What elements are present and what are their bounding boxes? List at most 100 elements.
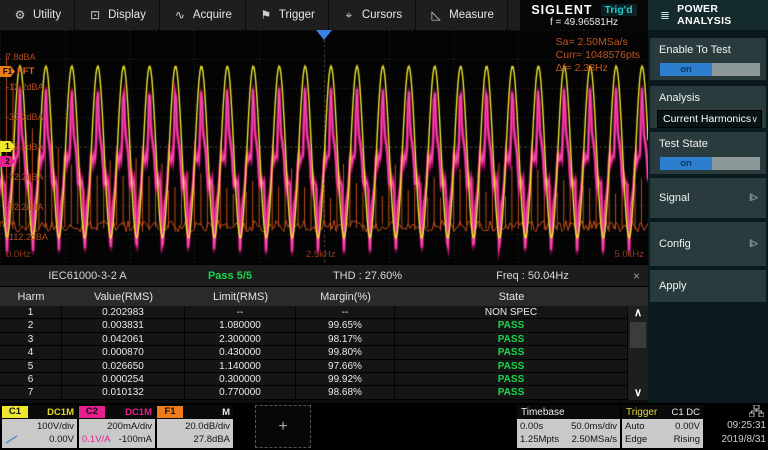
- test-state-toggle[interactable]: on: [660, 157, 760, 170]
- fft-scale-label: 7.8dBA: [6, 52, 36, 62]
- table-row[interactable]: 20.0038311.08000099.65%PASS: [0, 319, 648, 332]
- col-header-state: State: [395, 291, 628, 303]
- waveform-display: 7.8dBA -12.2dBA -32.2dBA -52.2dBA -72.2d…: [0, 30, 648, 263]
- c1-offset: 0.00V: [49, 434, 74, 445]
- trigger-source: C1 DC: [671, 407, 703, 418]
- config-label: Config: [659, 238, 691, 250]
- test-state-label: Test State: [650, 132, 766, 150]
- trigger-type: Edge: [625, 434, 647, 445]
- fft-trace-label: FFT: [17, 66, 34, 77]
- toggle-on-label: on: [660, 63, 712, 76]
- menu-trigger[interactable]: ⚑Trigger: [246, 0, 329, 30]
- measure-icon: ◺: [429, 8, 443, 22]
- table-row[interactable]: 50.0266501.14000097.66%PASS: [0, 360, 648, 373]
- cursors-icon: ⌖: [342, 8, 356, 23]
- close-icon[interactable]: ×: [615, 269, 648, 283]
- freq-readout: Freq : 50.04Hz: [450, 270, 615, 282]
- table-row[interactable]: 30.0420612.30000098.17%PASS: [0, 333, 648, 346]
- c1-badge: C1: [2, 406, 28, 418]
- menu-display[interactable]: ⊡ Display: [75, 0, 160, 30]
- analysis-label: Analysis: [650, 86, 766, 104]
- table-body: 10.202983----NON SPEC 20.0038311.0800009…: [0, 306, 648, 400]
- timebase-label: Timebase: [517, 407, 565, 418]
- display-icon: ⊡: [88, 8, 102, 22]
- add-channel-button[interactable]: +: [255, 405, 311, 448]
- harmonics-table-panel: IEC61000-3-2 A Pass 5/5 THD : 27.60% Fre…: [0, 265, 648, 403]
- waveform-canvas: [0, 30, 648, 263]
- table-header-row: Harm Value(RMS) Limit(RMS) Margin(%) Sta…: [0, 286, 648, 306]
- section-apply[interactable]: Apply: [650, 270, 766, 302]
- list-icon: ≣: [660, 8, 670, 22]
- trigger-position-marker[interactable]: [316, 30, 332, 40]
- timebase-samplerate: 2.50MSa/s: [572, 434, 617, 445]
- plus-icon: +: [278, 418, 287, 436]
- section-analysis: Analysis Current Harmonics ∨: [650, 86, 766, 128]
- trigger-status-badge: Trig'd: [601, 4, 637, 16]
- toggle-on-label: on: [660, 157, 712, 170]
- delta-f-readout: Δf= 2.38Hz: [556, 62, 640, 75]
- panel-title: POWER ANALYSIS: [677, 3, 768, 27]
- date-readout: 2019/8/31: [705, 433, 766, 447]
- time-readout: 09:25:31: [705, 419, 766, 433]
- col-header-value: Value(RMS): [62, 291, 185, 303]
- trigger-descriptor[interactable]: TriggerC1 DC Auto0.00V EdgeRising: [622, 405, 703, 448]
- menu-trigger-label: Trigger: [279, 9, 315, 21]
- menu-cursors[interactable]: ⌖ Cursors: [329, 0, 416, 30]
- c2-scale: 200mA/div: [107, 421, 152, 432]
- pass-status: Pass 5/5: [175, 270, 285, 282]
- scroll-down-icon[interactable]: ∨: [628, 386, 648, 400]
- fft-scale-label: -12.2dBA: [6, 82, 44, 92]
- submenu-arrow-icon: ‖>: [749, 239, 757, 250]
- network-icon: [705, 405, 766, 419]
- table-row[interactable]: 60.0002540.30000099.92%PASS: [0, 373, 648, 386]
- fft-scale-label: -92.2dBA: [6, 202, 44, 212]
- c2-probe-ratio: 0.1V/A: [82, 434, 111, 445]
- freq-axis-start: 0.0Hz: [6, 249, 31, 260]
- c2-offset: -100mA: [119, 434, 152, 445]
- enable-to-test-label: Enable To Test: [650, 38, 766, 56]
- clock-block: 09:25:31 2019/8/31: [705, 405, 766, 448]
- scroll-up-icon[interactable]: ∧: [628, 306, 648, 320]
- table-row[interactable]: 10.202983----NON SPEC: [0, 306, 648, 319]
- thd-readout: THD : 27.60%: [285, 270, 450, 282]
- analysis-dropdown[interactable]: Current Harmonics ∨: [657, 110, 762, 128]
- slope-icon: [5, 435, 18, 444]
- c2-coupling: DC1M: [125, 407, 155, 418]
- trigger-mode: Auto: [625, 421, 645, 432]
- col-header-margin: Margin(%): [296, 291, 395, 303]
- fft-scale-label: -112.2dBA: [6, 232, 48, 242]
- timebase-delay: 0.00s: [520, 421, 543, 432]
- fft-scale-label: -72.2dBA: [6, 172, 44, 182]
- section-config[interactable]: Config ‖>: [650, 222, 766, 266]
- oscilloscope-screen: ⚙Utility ⊡ Display ∿Acquire ⚑Trigger ⌖ Cur…: [0, 0, 768, 450]
- scrollbar-thumb[interactable]: [630, 322, 646, 348]
- menu-cursors-label: Cursors: [362, 9, 402, 21]
- channel2-descriptor[interactable]: C2DC1M 200mA/div 0.1V/A-100mA: [79, 405, 155, 448]
- menu-utility[interactable]: ⚙Utility: [0, 0, 75, 30]
- f1-offset: 27.8dBA: [194, 434, 230, 445]
- section-enable-to-test: Enable To Test on: [650, 38, 766, 80]
- col-header-harm: Harm: [0, 291, 62, 303]
- math-f1-descriptor[interactable]: F1M 20.0dB/div 27.8dBA: [157, 405, 233, 448]
- c1-scale: 100V/div: [37, 421, 74, 432]
- timebase-descriptor[interactable]: Timebase 0.00s50.0ms/div 1.25Mpts2.50MSa…: [517, 405, 620, 448]
- brand-block: SIGLENT Trig'd f = 49.96581Hz: [520, 0, 648, 30]
- table-row[interactable]: 70.0101320.77000098.68%PASS: [0, 386, 648, 399]
- sample-rate-readout: Sa= 2.50MSa/s: [556, 36, 640, 49]
- enable-to-test-toggle[interactable]: on: [660, 63, 760, 76]
- acquire-icon: ∿: [173, 8, 187, 22]
- menu-utility-label: Utility: [33, 9, 61, 21]
- points-readout: Curr= 1048576pts: [556, 49, 640, 62]
- trigger-level: 0.00V: [675, 421, 700, 432]
- timebase-points: 1.25Mpts: [520, 434, 559, 445]
- menu-acquire[interactable]: ∿Acquire: [160, 0, 246, 30]
- fft-scale-label: -32.2dBA: [6, 112, 44, 122]
- signal-label: Signal: [659, 192, 690, 204]
- section-signal[interactable]: Signal‖>: [650, 178, 766, 218]
- table-scrollbar[interactable]: ∧ ∨: [628, 306, 648, 400]
- chevron-down-icon: ∨: [751, 114, 761, 125]
- menu-measure[interactable]: ◺Measure: [416, 0, 508, 30]
- menu-display-label: Display: [108, 9, 146, 21]
- table-row[interactable]: 40.0008700.43000099.80%PASS: [0, 346, 648, 359]
- channel1-descriptor[interactable]: C1DC1M 100V/div 0.00V: [2, 405, 77, 448]
